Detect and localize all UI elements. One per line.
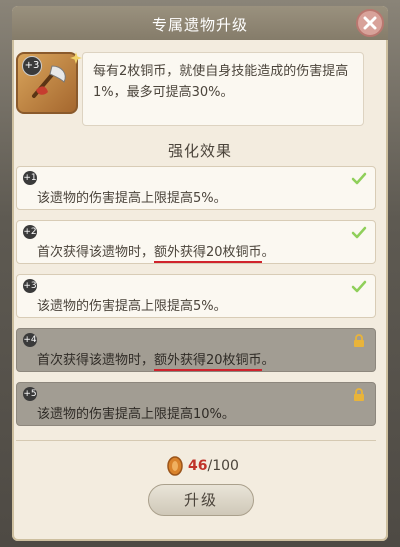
effect-text-prefix: 首次获得该遗物时，	[37, 245, 155, 260]
effect-row-5: +5 该遗物的伤害提高上限提高10%。	[16, 382, 376, 426]
close-button[interactable]	[356, 9, 384, 37]
effect-text: 该遗物的伤害提高上限提高5%。	[37, 299, 227, 314]
effects-section-title: 强化效果	[167, 142, 232, 160]
effect-row-1: +1 该遗物的伤害提高上限提高5%。	[16, 166, 376, 210]
effect-text: 该遗物的伤害提高上限提高10%。	[37, 407, 235, 422]
relic-level-badge: +3	[22, 56, 42, 76]
effect-row-3: +3 该遗物的伤害提高上限提高5%。	[16, 274, 376, 318]
effect-row-4: +4 首次获得该遗物时，额外获得20枚铜币。	[16, 328, 376, 372]
effect-text-prefix: 首次获得该遗物时，	[37, 353, 155, 368]
copper-coin-icon	[167, 456, 183, 476]
upgrade-cost: 46/100	[188, 458, 239, 474]
dialog-title: 专属遗物升级	[151, 16, 248, 34]
check-icon	[351, 172, 367, 185]
effect-text: 该遗物的伤害提高上限提高5%。	[37, 191, 227, 206]
effect-text-highlight: 额外获得20枚铜币	[154, 245, 262, 263]
dialog-header: 专属遗物升级	[12, 6, 388, 40]
cost-current: 46	[188, 458, 208, 474]
check-icon	[351, 280, 367, 293]
effect-text: 首次获得该遗物时，额外获得20枚铜币。	[37, 349, 275, 371]
lock-icon	[354, 388, 364, 401]
effect-level-badge: +5	[23, 387, 37, 401]
relic-description: 每有2枚铜币，就使自身技能造成的伤害提高1%，最多可提高30%。	[82, 52, 364, 126]
lock-icon	[354, 334, 364, 347]
effect-level-badge: +4	[23, 333, 37, 347]
effect-text-suffix: 。	[261, 353, 275, 368]
divider	[16, 440, 376, 441]
effect-level-badge: +2	[23, 225, 37, 239]
effect-row-2: +2 首次获得该遗物时，额外获得20枚铜币。	[16, 220, 376, 264]
effect-text-highlight: 额外获得20枚铜币	[154, 353, 262, 371]
effect-level-badge: +1	[23, 171, 37, 185]
sparkle-icon	[70, 52, 82, 64]
upgrade-button[interactable]: 升级	[148, 484, 254, 516]
close-icon	[363, 16, 377, 30]
effect-level-badge: +3	[23, 279, 37, 293]
effect-text-suffix: 。	[261, 245, 275, 260]
cost-total: /100	[207, 458, 239, 474]
effect-text: 首次获得该遗物时，额外获得20枚铜币。	[37, 241, 275, 263]
check-icon	[351, 226, 367, 239]
